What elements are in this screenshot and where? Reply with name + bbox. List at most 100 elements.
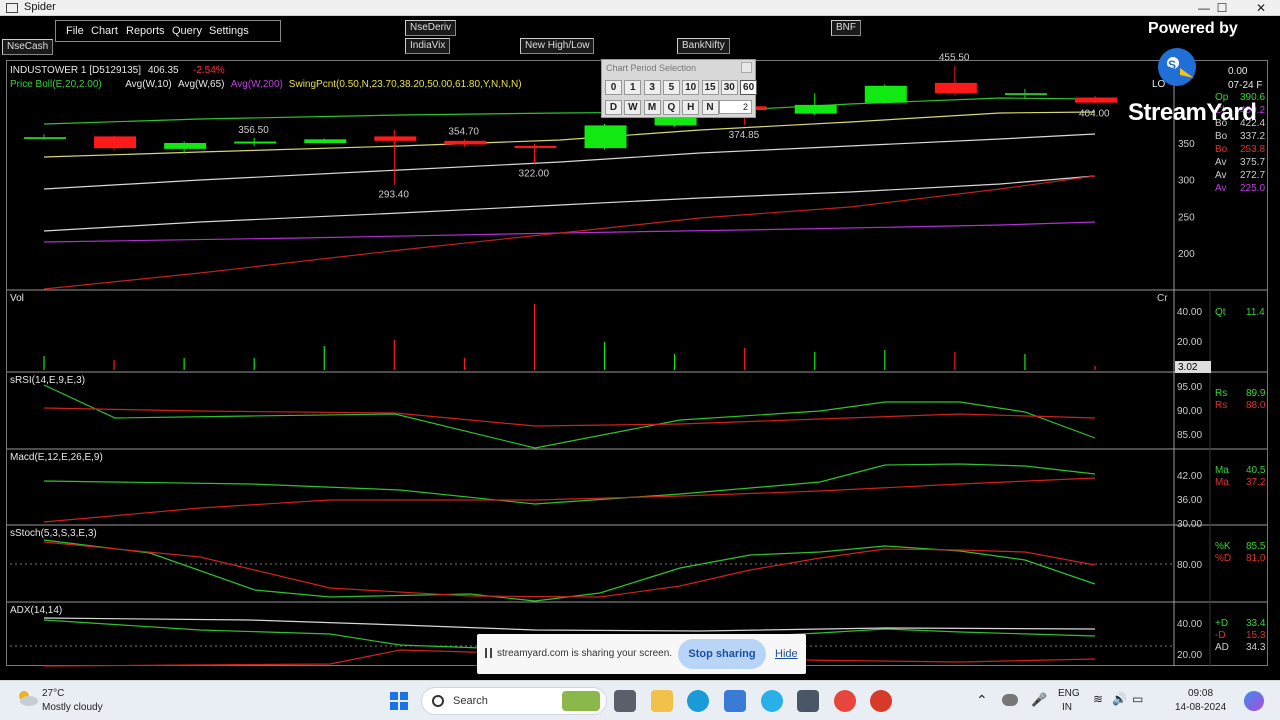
right-value: 253.8 [1240,144,1265,155]
screen: Spider — ☐ ✕ File Chart Reports Query Se… [0,0,1280,720]
swing-label: 293.40 [378,190,409,201]
right-date: 07-24 F [1228,80,1262,91]
right-value-key: Bo [1215,144,1228,155]
period-button-30[interactable]: 30 [720,80,738,95]
clock-date[interactable]: 14-08-2024 [1175,702,1226,713]
language-top[interactable]: ENG [1058,688,1080,699]
taskbar-search[interactable]: Search [421,687,607,715]
cloudy-weather-icon[interactable] [16,688,38,706]
rsi-tick: 95.00 [1177,382,1202,393]
onedrive-icon[interactable] [1002,694,1018,706]
macd-tick: 42.00 [1177,471,1202,482]
period-button-3[interactable]: 3 [643,80,661,95]
symbol-label: INDUSTOWER 1 [D5129135] [10,65,141,76]
rsi-value: 88.0 [1246,400,1266,411]
adx-tick: 40.00 [1177,619,1202,630]
clock-time[interactable]: 09:08 [1188,688,1213,699]
rsi-tick: 90.00 [1177,406,1202,417]
candle-body [24,137,66,140]
battery-icon[interactable]: ▭ [1132,692,1143,706]
swing-red-line [43,175,1096,290]
hide-button[interactable]: Hide [775,648,798,660]
period-button-60[interactable]: 60 [740,80,758,95]
macd-value: 40.5 [1246,465,1266,476]
period-button-h[interactable]: H [682,100,700,115]
stoch-tick: 80.00 [1177,560,1202,571]
volume-side-label: Cr [1157,293,1168,304]
rsi-label: sRSI(14,E,9,E,3) [10,375,85,386]
tray-chevron-icon[interactable]: ⌃ [976,692,988,709]
right-value-key: Av [1215,157,1227,168]
period-button-1[interactable]: 1 [624,80,642,95]
microphone-icon[interactable]: 🎤 [1031,692,1047,708]
rsi-value-key: Rs [1215,400,1227,411]
search-label: Search [453,695,488,707]
period-button-q[interactable]: Q [662,100,680,115]
volume-bars [43,304,1096,370]
period-button-m[interactable]: M [643,100,661,115]
qt-key: Qt [1215,307,1226,318]
right-value: 272.7 [1240,170,1265,181]
swing-label: 455.50 [939,53,970,64]
spider-app-icon[interactable] [797,690,819,712]
copilot-icon[interactable] [1244,691,1264,711]
adx-value: 34.3 [1246,642,1266,653]
file-explorer-icon[interactable] [651,690,673,712]
weather-description[interactable]: Mostly cloudy [42,702,103,713]
period-input[interactable]: 2 [719,100,752,114]
stoch-value: 81.0 [1246,553,1266,564]
period-button-0[interactable]: 0 [605,80,622,95]
right-value: 375.7 [1240,157,1265,168]
powered-by-label: Powered by [1148,20,1238,37]
period-button-15[interactable]: 15 [701,80,719,95]
macd-value: 37.2 [1246,477,1266,488]
chrome-icon[interactable] [834,690,856,712]
language-bottom[interactable]: IN [1062,702,1072,713]
indicator-values: Rs 89.9 Rs 88.0 Ma 40.5 Ma 37.2 %K 85.5 %D 81.0 +D 33… [1215,388,1266,653]
period-close-button[interactable] [741,62,752,73]
adx-value-key: +D [1215,618,1228,629]
stop-sharing-button[interactable]: Stop sharing [678,639,766,669]
stoch-value-key: %D [1215,553,1231,564]
swing-label: 354.70 [448,127,479,138]
candle-body [794,104,837,114]
bollinger-upper-line [43,97,1096,125]
period-button-d[interactable]: D [605,100,622,115]
swing-label: 322.00 [518,169,549,180]
period-button-n[interactable]: N [701,100,719,115]
wifi-icon[interactable]: ≋ [1093,692,1103,706]
candle-body [444,140,487,145]
windows-start-icon[interactable] [390,692,408,710]
candle-body [94,136,137,149]
rsi-tick: 85.00 [1177,430,1202,441]
candle-body [934,82,977,94]
period-button-5[interactable]: 5 [662,80,680,95]
rsi-value: 89.9 [1246,388,1266,399]
swing-label: 356.50 [238,125,269,136]
qt-value: 11.4 [1246,307,1265,318]
svg-text:S: S [1168,58,1176,72]
streamyard-app-icon[interactable] [870,690,892,712]
candle-body [304,139,347,143]
period-title: Chart Period Selection [606,63,697,73]
adx-white-line [43,617,1096,632]
indicator-legend-item: Price Boll(E,20,2.00) [10,79,102,90]
store-icon[interactable] [724,690,746,712]
indicator-legend-item: Avg(W,65) [178,79,225,90]
taskbar: 27°C Mostly cloudy Search ⌃ 🎤 ENG IN ≋ 🔊… [0,680,1280,720]
settings-app-icon[interactable] [761,690,783,712]
volume-icon[interactable]: 🔊 [1112,692,1127,706]
edge-icon[interactable] [687,690,709,712]
stoch-value-key: %K [1215,541,1231,552]
volume-tick: 40.00 [1177,307,1202,318]
task-view-icon[interactable] [614,690,636,712]
period-button-w[interactable]: W [624,100,642,115]
weather-temperature[interactable]: 27°C [42,688,64,699]
price-axis: 350 300 250 200 [1178,139,1195,260]
period-button-10[interactable]: 10 [682,80,700,95]
change-label: -2.54% [193,65,225,76]
adx-value: 33.4 [1246,618,1266,629]
streamyard-duck-icon: S [1158,48,1196,86]
swing-label: 404.00 [1079,108,1110,119]
share-message: streamyard.com is sharing your screen. [497,648,673,659]
